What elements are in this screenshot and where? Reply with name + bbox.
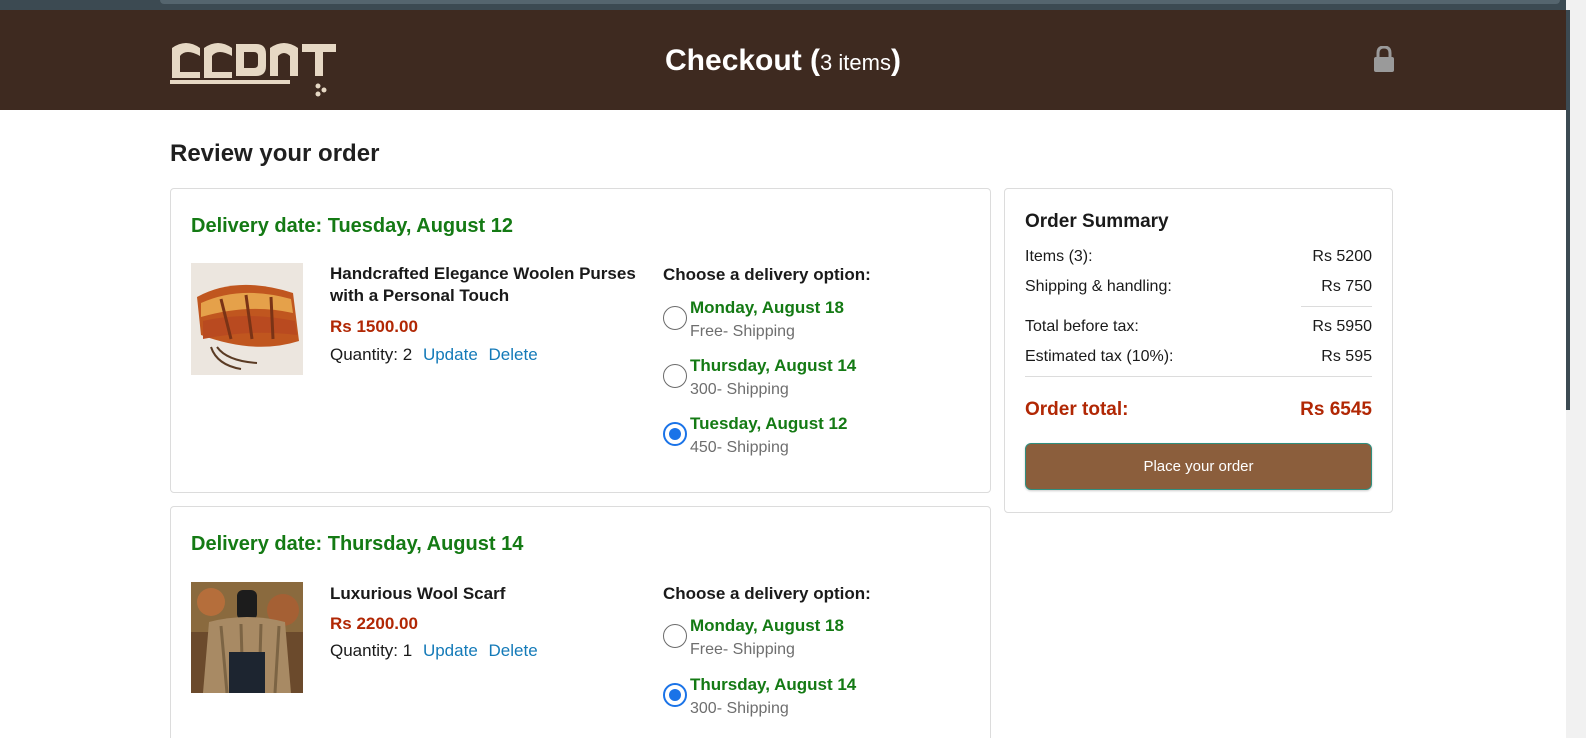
delivery-options-title: Choose a delivery option:: [663, 584, 871, 603]
option-date: Thursday, August 14: [690, 356, 857, 375]
quantity-label: Quantity: 2: [330, 345, 413, 364]
delivery-option[interactable]: Thursday, August 14 300- Shipping: [663, 356, 963, 406]
summary-row-tax: Estimated tax (10%): Rs 595: [1025, 348, 1372, 366]
paren-open: (: [810, 44, 821, 77]
order-total-value: Rs 6545: [1300, 399, 1372, 420]
place-order-button[interactable]: Place your order: [1025, 443, 1372, 490]
quantity-row: Quantity: 1 Update Delete: [330, 641, 538, 661]
order-card: Delivery date: Tuesday, August 12 Handcr…: [170, 188, 991, 493]
summary-value: Rs 750: [1321, 278, 1372, 295]
delivery-radio[interactable]: [663, 624, 687, 648]
paren-close: ): [890, 44, 901, 77]
option-shipping: 300- Shipping: [690, 381, 789, 398]
summary-value: Rs 5200: [1312, 248, 1372, 265]
summary-divider: [1301, 306, 1372, 307]
summary-value: Rs 5950: [1312, 318, 1372, 335]
delivery-option[interactable]: Monday, August 18 Free- Shipping: [663, 298, 963, 348]
order-total-row: Order total: Rs 6545: [1025, 399, 1372, 421]
option-date: Monday, August 18: [690, 616, 844, 635]
product-name: Luxurious Wool Scarf: [330, 584, 506, 603]
product-image-purse: [191, 263, 303, 375]
scrollbar[interactable]: [1566, 0, 1586, 738]
delivery-option[interactable]: Monday, August 18 Free- Shipping: [663, 616, 963, 666]
delivery-radio[interactable]: [663, 364, 687, 388]
quantity-label: Quantity: 1: [330, 641, 413, 660]
order-total-label: Order total:: [1025, 399, 1129, 420]
delivery-radio-selected[interactable]: [663, 683, 687, 707]
delivery-date: Delivery date: Thursday, August 14: [191, 533, 524, 555]
product-name: Handcrafted Elegance Woolen Purses with …: [330, 264, 636, 305]
product-image-scarf: [191, 582, 303, 693]
delivery-options-title: Choose a delivery option:: [663, 265, 871, 284]
summary-label: Items (3):: [1025, 248, 1093, 265]
items-count-link[interactable]: 3 items: [820, 50, 891, 75]
summary-row-items: Items (3): Rs 5200: [1025, 248, 1372, 266]
option-date: Monday, August 18: [690, 298, 844, 317]
summary-label: Estimated tax (10%):: [1025, 348, 1174, 365]
update-link[interactable]: Update: [423, 345, 478, 364]
delete-link[interactable]: Delete: [489, 345, 538, 364]
scrollbar-thumb[interactable]: [1566, 10, 1570, 410]
option-date: Tuesday, August 12: [690, 414, 848, 433]
quantity-row: Quantity: 2 Update Delete: [330, 345, 538, 365]
update-link[interactable]: Update: [423, 641, 478, 660]
summary-title: Order Summary: [1025, 211, 1169, 232]
browser-strip: [0, 0, 1586, 10]
order-card: Delivery date: Thursday, August 14 Luxur…: [170, 506, 991, 738]
lock-icon: [1374, 46, 1394, 72]
summary-row-before-tax: Total before tax: Rs 5950: [1025, 318, 1372, 336]
option-date: Thursday, August 14: [690, 675, 857, 694]
review-order-title: Review your order: [170, 140, 380, 167]
option-shipping: Free- Shipping: [690, 323, 795, 340]
page-heading: Checkout (3 items): [0, 44, 1566, 78]
delete-link[interactable]: Delete: [489, 641, 538, 660]
summary-row-shipping: Shipping & handling: Rs 750: [1025, 278, 1372, 296]
product-price: Rs 2200.00: [330, 614, 418, 633]
summary-label: Total before tax:: [1025, 318, 1139, 335]
summary-label: Shipping & handling:: [1025, 278, 1172, 295]
browser-tabbar: [160, 0, 1560, 4]
summary-value: Rs 595: [1321, 348, 1372, 365]
delivery-radio[interactable]: [663, 306, 687, 330]
checkout-header: Checkout (3 items): [0, 10, 1566, 110]
product-price: Rs 1500.00: [330, 317, 418, 336]
summary-divider: [1025, 376, 1372, 377]
checkout-title: Checkout: [665, 44, 802, 77]
delivery-option[interactable]: Tuesday, August 12 450- Shipping: [663, 414, 963, 464]
option-shipping: Free- Shipping: [690, 641, 795, 658]
option-shipping: 450- Shipping: [690, 439, 789, 456]
delivery-date: Delivery date: Tuesday, August 12: [191, 215, 513, 237]
option-shipping: 300- Shipping: [690, 700, 789, 717]
delivery-radio-selected[interactable]: [663, 422, 687, 446]
order-summary: Order Summary Items (3): Rs 5200 Shippin…: [1004, 188, 1393, 513]
delivery-option[interactable]: Thursday, August 14 300- Shipping: [663, 675, 963, 725]
